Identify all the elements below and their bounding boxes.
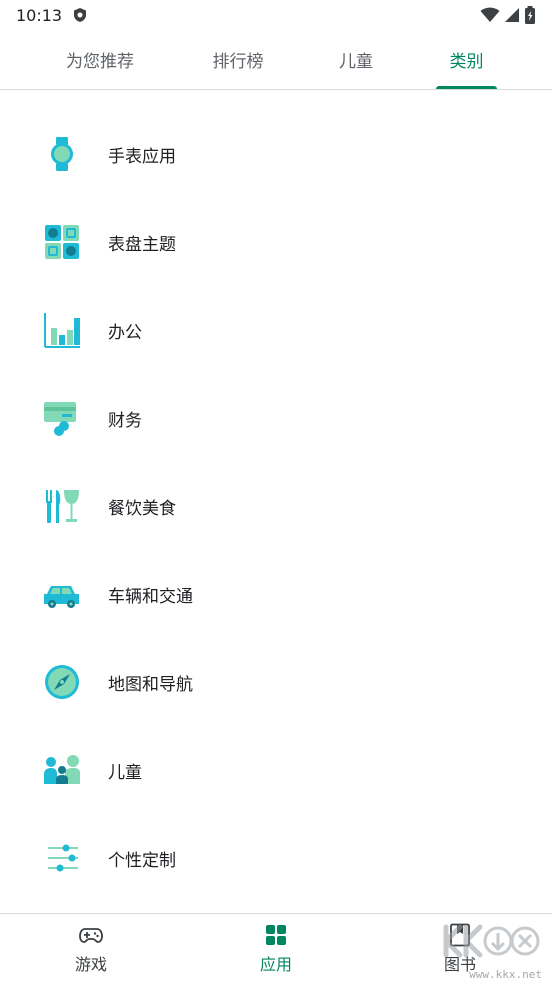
signal-icon xyxy=(505,8,519,22)
car-icon xyxy=(44,586,79,608)
tab-label: 类别 xyxy=(449,52,484,72)
apps-grid-icon xyxy=(266,925,286,945)
status-bar: 10:13 xyxy=(0,0,552,30)
kids-icon xyxy=(44,755,80,784)
category-label: 个性定制 xyxy=(108,850,176,871)
top-tabs: 为您推荐 排行榜 儿童 类别 xyxy=(0,30,552,90)
tab-recommended[interactable]: 为您推荐 xyxy=(50,30,150,89)
category-row-watch-faces[interactable]: 表盘主题 xyxy=(0,198,552,286)
category-row-auto-vehicles[interactable]: 车辆和交通 xyxy=(0,550,552,638)
nav-label: 应用 xyxy=(259,955,292,974)
category-row-watch-apps[interactable]: 手表应用 xyxy=(0,110,552,198)
tab-kids[interactable]: 儿童 xyxy=(326,30,386,89)
category-label: 餐饮美食 xyxy=(108,498,176,519)
nav-apps[interactable]: 应用 xyxy=(206,914,346,984)
tab-label: 排行榜 xyxy=(212,52,264,72)
category-row-personalization[interactable]: 个性定制 xyxy=(0,814,552,902)
category-label: 手表应用 xyxy=(108,146,176,167)
nav-label: 游戏 xyxy=(74,955,107,974)
category-label: 办公 xyxy=(108,322,142,343)
category-label: 地图和导航 xyxy=(108,674,193,695)
category-label: 儿童 xyxy=(108,762,142,783)
category-row-food-drink[interactable]: 餐饮美食 xyxy=(0,462,552,550)
tab-active-indicator xyxy=(436,86,497,89)
category-label: 财务 xyxy=(108,410,142,431)
battery-icon xyxy=(525,6,535,24)
shield-icon xyxy=(74,8,87,22)
category-label: 车辆和交通 xyxy=(108,586,193,607)
category-row-maps-navigation[interactable]: 地图和导航 xyxy=(0,638,552,726)
nav-games[interactable]: 游戏 xyxy=(21,914,161,984)
category-label: 表盘主题 xyxy=(108,234,176,255)
watch-face-icon xyxy=(45,225,79,259)
wifi-icon xyxy=(480,7,500,22)
category-row-kids[interactable]: 儿童 xyxy=(0,726,552,814)
food-drink-icon xyxy=(46,490,79,523)
nav-books[interactable]: 图书 xyxy=(390,914,530,984)
tab-categories[interactable]: 类别 xyxy=(436,30,497,89)
status-time: 10:13 xyxy=(16,5,63,25)
category-row-office[interactable]: 办公 xyxy=(0,286,552,374)
bottom-navigation: 游戏 应用 图书 www.kkx.net xyxy=(0,913,552,983)
tab-label: 儿童 xyxy=(339,52,373,72)
gamepad-icon xyxy=(79,928,103,943)
finance-card-icon xyxy=(44,402,76,436)
tab-top-charts[interactable]: 排行榜 xyxy=(200,30,276,89)
customize-sliders-icon xyxy=(48,844,78,872)
office-chart-icon xyxy=(44,313,80,348)
watch-icon xyxy=(51,137,73,171)
category-row-finance[interactable]: 财务 xyxy=(0,374,552,462)
book-icon xyxy=(450,923,470,947)
tab-label: 为您推荐 xyxy=(66,52,134,72)
compass-icon xyxy=(45,665,79,699)
nav-label: 图书 xyxy=(443,955,476,974)
